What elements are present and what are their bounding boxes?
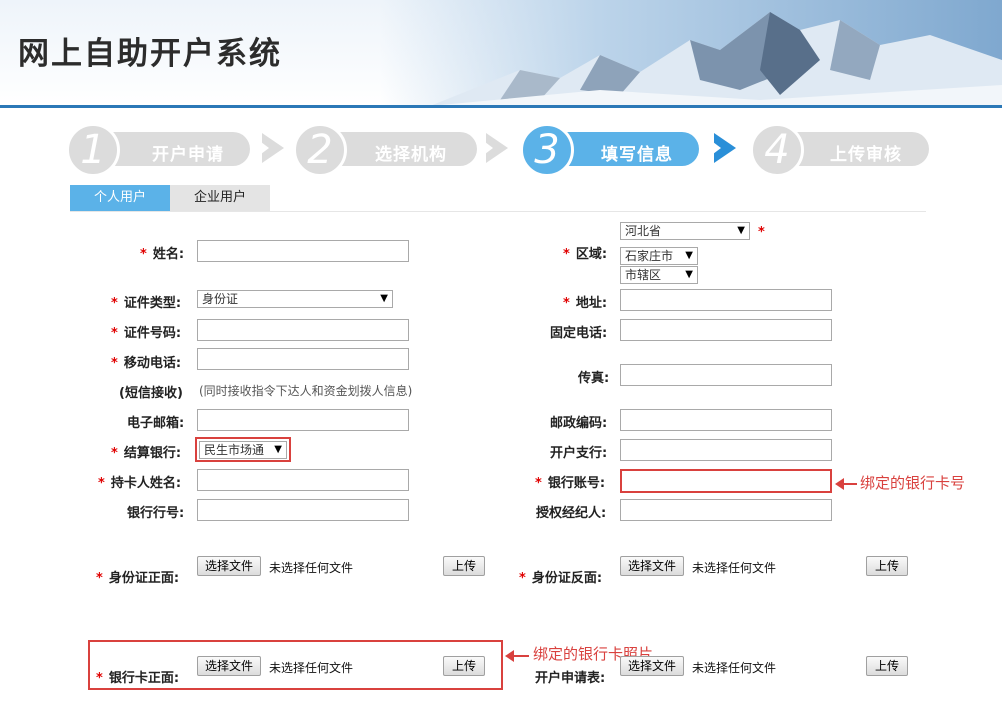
card-front-file-status: 未选择任何文件 [269,661,354,675]
app-title: 网上自助开户系统 [18,36,282,72]
step-2-number: 2 [293,123,347,177]
id-back-label: * 身份证反面: [519,571,603,586]
settle-bank-select[interactable]: 民生市场通 ▼ [199,441,287,459]
application-choose-button[interactable]: 选择文件 [620,656,685,676]
fax-label: 传真: [578,371,610,386]
id-type-label: * 证件类型: [111,296,182,311]
id-front-label: * 身份证正面: [96,571,180,586]
id-front-upload-button[interactable]: 上传 [443,556,485,576]
card-front-upload-button[interactable]: 上传 [443,656,485,676]
account-annotation: 绑定的银行卡号 [860,474,966,492]
mobile-input[interactable] [197,348,409,370]
id-back-upload-button[interactable]: 上传 [866,556,908,576]
application-file-status: 未选择任何文件 [692,661,777,675]
application-upload-button[interactable]: 上传 [866,656,908,676]
name-input[interactable] [197,240,409,262]
step-4-number: 4 [750,123,804,177]
step-arrow-icon [481,133,508,163]
tab-enterprise[interactable]: 企业用户 [170,185,270,211]
card-front-label: * 银行卡正面: [96,671,180,686]
bank-code-input[interactable] [197,499,409,521]
cardholder-input[interactable] [197,469,409,491]
step-arrow-icon [709,133,736,163]
postcode-label: 邮政编码: [550,416,608,431]
agent-input[interactable] [620,499,832,521]
id-number-label: * 证件号码: [111,326,182,341]
step-2-label: 选择机构 [375,145,447,165]
postcode-input[interactable] [620,409,832,431]
id-type-select[interactable]: 身份证 ▼ [197,290,393,308]
step-3-number: 3 [520,123,574,177]
address-label: * 地址: [563,296,608,311]
step-4-label: 上传审核 [830,145,902,165]
card-front-choose-button[interactable]: 选择文件 [197,656,262,676]
landline-label: 固定电话: [550,326,608,341]
region-required-mark: * [758,225,765,240]
id-number-input[interactable] [197,319,409,341]
city-select[interactable]: 石家庄市 ▼ [620,247,698,265]
sms-label: (短信接收) [119,386,183,401]
chevron-down-icon: ▼ [380,293,388,304]
tab-personal[interactable]: 个人用户 [70,185,170,211]
district-select[interactable]: 市辖区 ▼ [620,266,698,284]
region-label: * 区域: [563,247,608,262]
account-label: * 银行账号: [535,476,606,491]
id-front-choose-button[interactable]: 选择文件 [197,556,262,576]
arrow-left-icon [505,650,529,662]
settle-bank-label: * 结算银行: [111,446,182,461]
id-front-file-status: 未选择任何文件 [269,561,354,575]
email-input[interactable] [197,409,409,431]
step-arrow-icon [257,133,284,163]
branch-input[interactable] [620,439,832,461]
id-back-file-status: 未选择任何文件 [692,561,777,575]
id-back-choose-button[interactable]: 选择文件 [620,556,685,576]
sms-note: (同时接收指令下达人和资金划拨人信息) [199,384,413,398]
arrow-left-icon [835,478,857,490]
chevron-down-icon: ▼ [685,250,693,261]
agent-label: 授权经纪人: [536,506,607,521]
chevron-down-icon: ▼ [685,269,693,280]
header-divider [0,105,1002,108]
tab-divider [70,211,926,212]
account-input[interactable] [620,469,832,493]
cardholder-label: * 持卡人姓名: [98,476,182,491]
chevron-down-icon: ▼ [737,225,745,236]
branch-label: 开户支行: [550,446,608,461]
bank-code-label: 银行行号: [127,506,185,521]
chevron-down-icon: ▼ [274,444,282,455]
application-label: 开户申请表: [535,671,606,686]
address-input[interactable] [620,289,832,311]
province-select[interactable]: 河北省 ▼ [620,222,750,240]
step-1-number: 1 [66,123,120,177]
step-3-label: 填写信息 [601,145,673,165]
header-banner: 网上自助开户系统 [0,0,1002,106]
fax-input[interactable] [620,364,832,386]
mobile-label: * 移动电话: [111,356,182,371]
email-label: 电子邮箱: [127,416,185,431]
name-label: * 姓名: [140,247,185,262]
landline-input[interactable] [620,319,832,341]
step-1-label: 开户申请 [152,145,224,165]
